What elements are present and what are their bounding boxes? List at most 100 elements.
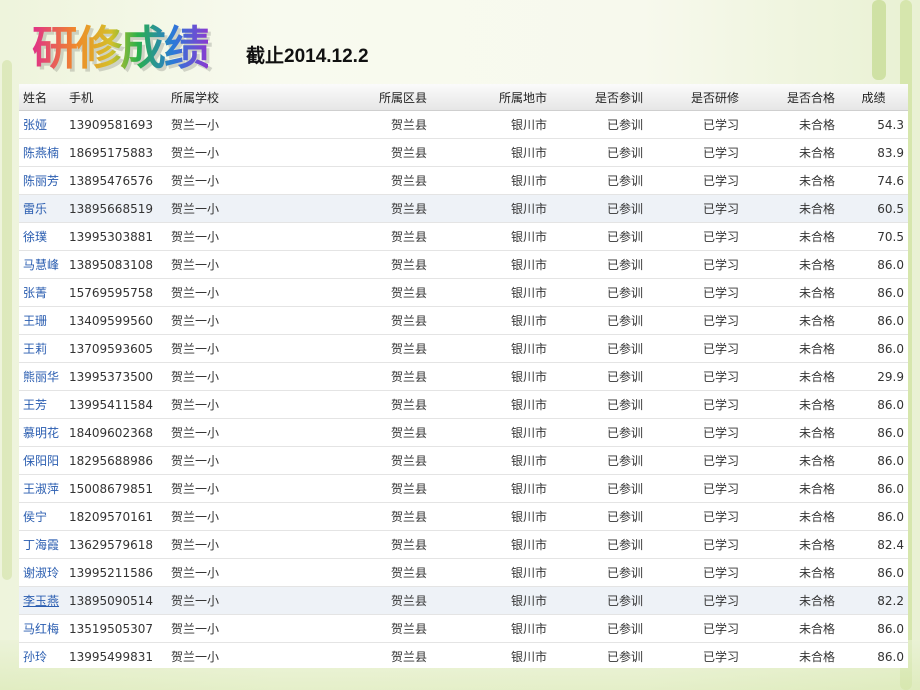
table-row[interactable]: 熊丽华 13995373500 贺兰一小 贺兰县 银川市 已参训 已学习 未合格 29.9 [19, 362, 908, 391]
cell-phone: 13895476576 [65, 166, 161, 195]
table-row[interactable]: 侯宁 18209570161 贺兰一小 贺兰县 银川市 已参训 已学习 未合格 86.0 [19, 502, 908, 531]
cell-city: 银川市 [431, 362, 551, 391]
cell-name[interactable]: 孙玲 [19, 642, 65, 668]
table-row[interactable]: 保阳阳 18295688986 贺兰一小 贺兰县 银川市 已参训 已学习 未合格 86.0 [19, 446, 908, 475]
cell-city: 银川市 [431, 250, 551, 279]
cell-school: 贺兰一小 [161, 390, 321, 419]
table-row[interactable]: 雷乐 13895668519 贺兰一小 贺兰县 银川市 已参训 已学习 未合格 60.5 [19, 194, 908, 223]
cell-score: 86.0 [839, 390, 908, 419]
table-row[interactable]: 张娅 13909581693 贺兰一小 贺兰县 银川市 已参训 已学习 未合格 54.3 [19, 110, 908, 139]
table-row[interactable]: 陈燕楠 18695175883 贺兰一小 贺兰县 银川市 已参训 已学习 未合格 83.9 [19, 138, 908, 167]
cell-name[interactable]: 马红梅 [19, 614, 65, 643]
cell-name[interactable]: 丁海霞 [19, 530, 65, 559]
cell-trained: 已参训 [551, 642, 647, 668]
column-header-score[interactable]: 成绩 [839, 84, 908, 111]
cell-phone: 13995211586 [65, 558, 161, 587]
cell-trained: 已参训 [551, 250, 647, 279]
cell-name[interactable]: 徐璞 [19, 222, 65, 251]
cell-district: 贺兰县 [321, 306, 431, 335]
cell-name[interactable]: 陈丽芳 [19, 166, 65, 195]
table-row[interactable]: 张菁 15769595758 贺兰一小 贺兰县 银川市 已参训 已学习 未合格 86.0 [19, 278, 908, 307]
cell-district: 贺兰县 [321, 222, 431, 251]
table-row[interactable]: 谢淑玲 13995211586 贺兰一小 贺兰县 银川市 已参训 已学习 未合格 86.0 [19, 558, 908, 587]
cell-qualified: 未合格 [743, 642, 839, 668]
cell-phone: 13519505307 [65, 614, 161, 643]
cell-score: 86.0 [839, 614, 908, 643]
table-row[interactable]: 李玉燕 13895090514 贺兰一小 贺兰县 银川市 已参训 已学习 未合格 82.2 [19, 586, 908, 615]
cell-city: 银川市 [431, 530, 551, 559]
cell-name[interactable]: 陈燕楠 [19, 138, 65, 167]
column-header-phone[interactable]: 手机 [65, 84, 161, 111]
table-row[interactable]: 王珊 13409599560 贺兰一小 贺兰县 银川市 已参训 已学习 未合格 86.0 [19, 306, 908, 335]
cell-name[interactable]: 张菁 [19, 278, 65, 307]
column-header-city[interactable]: 所属地市 [431, 84, 551, 111]
cell-school: 贺兰一小 [161, 166, 321, 195]
column-header-trained[interactable]: 是否参训 [551, 84, 647, 111]
bamboo-decoration [872, 0, 886, 80]
cell-school: 贺兰一小 [161, 502, 321, 531]
cell-city: 银川市 [431, 166, 551, 195]
cell-name[interactable]: 保阳阳 [19, 446, 65, 475]
cell-score: 86.0 [839, 502, 908, 531]
cell-city: 银川市 [431, 306, 551, 335]
cell-phone: 18295688986 [65, 446, 161, 475]
column-header-studied[interactable]: 是否研修 [647, 84, 743, 111]
cell-studied: 已学习 [647, 334, 743, 363]
cell-name[interactable]: 谢淑玲 [19, 558, 65, 587]
cell-city: 银川市 [431, 278, 551, 307]
cell-school: 贺兰一小 [161, 558, 321, 587]
table-row[interactable]: 丁海霞 13629579618 贺兰一小 贺兰县 银川市 已参训 已学习 未合格 82.4 [19, 530, 908, 559]
cell-qualified: 未合格 [743, 446, 839, 475]
table-row[interactable]: 马红梅 13519505307 贺兰一小 贺兰县 银川市 已参训 已学习 未合格 86.0 [19, 614, 908, 643]
cell-phone: 13895083108 [65, 250, 161, 279]
cell-name[interactable]: 张娅 [19, 110, 65, 139]
cell-studied: 已学习 [647, 474, 743, 503]
cell-city: 银川市 [431, 222, 551, 251]
cell-trained: 已参训 [551, 418, 647, 447]
cell-studied: 已学习 [647, 586, 743, 615]
cell-name[interactable]: 王芳 [19, 390, 65, 419]
cell-score: 86.0 [839, 474, 908, 503]
cell-school: 贺兰一小 [161, 306, 321, 335]
cell-school: 贺兰一小 [161, 222, 321, 251]
cell-name[interactable]: 慕明花 [19, 418, 65, 447]
cell-name[interactable]: 熊丽华 [19, 362, 65, 391]
cell-school: 贺兰一小 [161, 362, 321, 391]
column-header-name[interactable]: 姓名 [19, 84, 65, 111]
cell-studied: 已学习 [647, 390, 743, 419]
table-row[interactable]: 马慧峰 13895083108 贺兰一小 贺兰县 银川市 已参训 已学习 未合格 86.0 [19, 250, 908, 279]
table-row[interactable]: 徐璞 13995303881 贺兰一小 贺兰县 银川市 已参训 已学习 未合格 70.5 [19, 222, 908, 251]
cell-score: 86.0 [839, 642, 908, 668]
cell-district: 贺兰县 [321, 530, 431, 559]
table-row[interactable]: 慕明花 18409602368 贺兰一小 贺兰县 银川市 已参训 已学习 未合格 86.0 [19, 418, 908, 447]
table-row[interactable]: 孙玲 13995499831 贺兰一小 贺兰县 银川市 已参训 已学习 未合格 86.0 [19, 642, 908, 668]
table-row[interactable]: 王淑萍 15008679851 贺兰一小 贺兰县 银川市 已参训 已学习 未合格 86.0 [19, 474, 908, 503]
cell-qualified: 未合格 [743, 194, 839, 223]
table-row[interactable]: 王莉 13709593605 贺兰一小 贺兰县 银川市 已参训 已学习 未合格 86.0 [19, 334, 908, 363]
column-header-qualified[interactable]: 是否合格 [743, 84, 839, 111]
column-header-district[interactable]: 所属区县 [321, 84, 431, 111]
cell-score: 86.0 [839, 446, 908, 475]
cell-trained: 已参训 [551, 334, 647, 363]
grades-table: 姓名 手机 所属学校 所属区县 所属地市 是否参训 是否研修 是否合格 成绩 张… [19, 84, 908, 668]
cell-phone: 13629579618 [65, 530, 161, 559]
cell-district: 贺兰县 [321, 474, 431, 503]
cell-studied: 已学习 [647, 278, 743, 307]
column-header-school[interactable]: 所属学校 [161, 84, 321, 111]
cell-score: 54.3 [839, 110, 908, 139]
cell-name[interactable]: 王淑萍 [19, 474, 65, 503]
cell-city: 银川市 [431, 138, 551, 167]
cell-studied: 已学习 [647, 530, 743, 559]
cell-name[interactable]: 马慧峰 [19, 250, 65, 279]
cell-phone: 18409602368 [65, 418, 161, 447]
table-row[interactable]: 陈丽芳 13895476576 贺兰一小 贺兰县 银川市 已参训 已学习 未合格 74.6 [19, 166, 908, 195]
cell-name[interactable]: 王珊 [19, 306, 65, 335]
cell-name[interactable]: 李玉燕 [19, 586, 65, 615]
cell-studied: 已学习 [647, 250, 743, 279]
cell-name[interactable]: 雷乐 [19, 194, 65, 223]
cell-name[interactable]: 侯宁 [19, 502, 65, 531]
table-row[interactable]: 王芳 13995411584 贺兰一小 贺兰县 银川市 已参训 已学习 未合格 86.0 [19, 390, 908, 419]
cell-name[interactable]: 王莉 [19, 334, 65, 363]
cell-studied: 已学习 [647, 502, 743, 531]
cell-qualified: 未合格 [743, 138, 839, 167]
